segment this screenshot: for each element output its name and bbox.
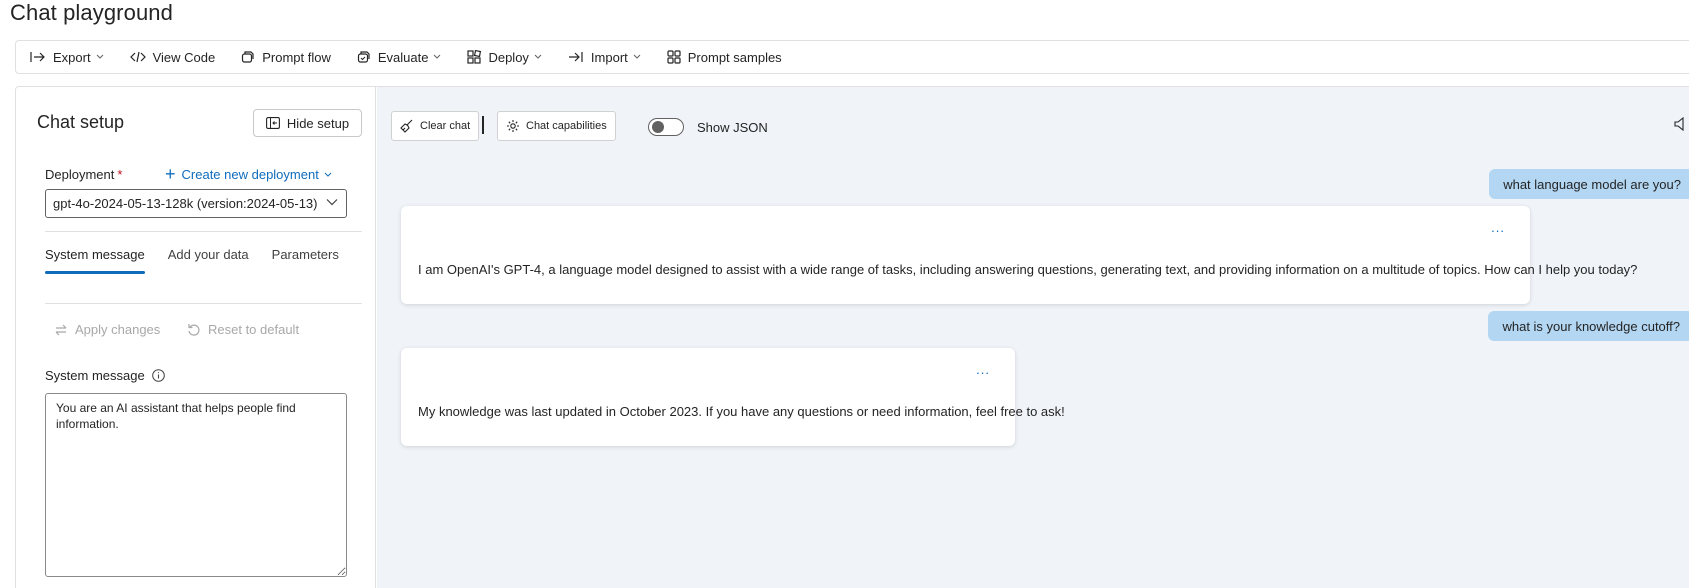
- prompt-flow-label: Prompt flow: [262, 49, 331, 65]
- toggle-knob: [652, 121, 664, 133]
- chevron-down-icon: [326, 199, 338, 206]
- system-message-label-text: System message: [45, 368, 145, 383]
- export-menu[interactable]: Export: [30, 50, 104, 65]
- assistant-message-text: My knowledge was last updated in October…: [418, 404, 1065, 419]
- code-icon: [129, 51, 146, 63]
- more-options-button[interactable]: ...: [976, 362, 990, 377]
- chat-setup-pane: Chat setup Hide setup Deployment * + Crea…: [16, 87, 376, 588]
- reset-icon: [188, 323, 200, 336]
- clear-chat-button[interactable]: Clear chat: [391, 111, 480, 141]
- chat-capabilities-label: Chat capabilities: [526, 120, 607, 132]
- view-code-label: View Code: [152, 49, 216, 65]
- deployment-value: gpt-4o-2024-05-13-128k (version:2024-05-…: [53, 196, 318, 211]
- user-message: what is your knowledge cutoff?: [1488, 311, 1689, 341]
- toolbar-separator: [482, 116, 484, 134]
- prompt-flow-button[interactable]: Prompt flow: [241, 50, 331, 65]
- top-toolbar: Export View Code Prompt flow Evaluate De…: [15, 40, 1689, 74]
- apply-changes-label: Apply changes: [75, 322, 161, 337]
- export-label: Export: [53, 49, 91, 65]
- required-mark: *: [117, 167, 123, 182]
- grid-icon: [667, 50, 681, 64]
- assistant-message: ... My knowledge was last updated in Oct…: [401, 348, 1065, 446]
- import-menu[interactable]: Import: [568, 50, 641, 65]
- create-deployment-link[interactable]: + Create new deployment: [165, 164, 332, 184]
- setup-title: Chat setup: [37, 112, 125, 132]
- chevron-down-icon: [324, 172, 332, 177]
- evaluate-menu[interactable]: Evaluate: [357, 50, 442, 65]
- chevron-down-icon: [534, 54, 542, 59]
- view-code-button[interactable]: View Code: [129, 49, 216, 65]
- export-icon: [30, 52, 45, 62]
- panel-icon: [265, 117, 280, 129]
- hide-setup-label: Hide setup: [286, 115, 350, 131]
- assistant-message: ... I am OpenAI's GPT-4, a language mode…: [401, 206, 1637, 304]
- tab-parameters[interactable]: Parameters: [272, 247, 339, 270]
- tab-system-message[interactable]: System message: [45, 247, 145, 274]
- prompt-flow-icon: [242, 51, 254, 63]
- broom-icon: [400, 119, 413, 133]
- evaluate-icon: [357, 51, 370, 63]
- create-deployment-label: Create new deployment: [181, 167, 319, 182]
- tab-add-your-data[interactable]: Add your data: [168, 247, 249, 270]
- swap-icon: [55, 324, 67, 335]
- hide-setup-button[interactable]: Hide setup: [253, 109, 362, 137]
- prompt-samples-button[interactable]: Prompt samples: [667, 50, 782, 65]
- system-message-label: System message: [45, 368, 165, 383]
- more-options-button[interactable]: ...: [1491, 220, 1505, 235]
- assistant-message-text: I am OpenAI's GPT-4, a language model de…: [418, 262, 1638, 277]
- speaker-icon[interactable]: [1674, 117, 1686, 131]
- deploy-label: Deploy: [488, 49, 529, 65]
- user-message: what language model are you?: [1489, 169, 1689, 199]
- gear-icon: [507, 120, 519, 132]
- import-icon: [568, 52, 583, 62]
- apply-changes-button[interactable]: Apply changes: [54, 322, 160, 337]
- playground-panel: Chat setup Hide setup Deployment * + Crea…: [15, 86, 1689, 588]
- show-json-toggle[interactable]: [648, 118, 684, 136]
- deployment-label: Deployment *: [45, 167, 122, 182]
- show-json-label: Show JSON: [697, 120, 768, 135]
- import-label: Import: [590, 49, 628, 65]
- info-icon[interactable]: [151, 369, 165, 382]
- divider: [45, 231, 362, 232]
- chevron-down-icon: [434, 54, 441, 59]
- clear-chat-label: Clear chat: [420, 120, 471, 132]
- deployment-select[interactable]: gpt-4o-2024-05-13-128k (version:2024-05-…: [45, 189, 347, 218]
- chevron-down-icon: [96, 54, 103, 59]
- chat-capabilities-button[interactable]: Chat capabilities: [497, 111, 616, 141]
- evaluate-label: Evaluate: [377, 49, 429, 65]
- divider: [45, 303, 362, 304]
- reset-default-button[interactable]: Reset to default: [187, 322, 299, 337]
- system-message-input[interactable]: You are an AI assistant that helps peopl…: [45, 393, 347, 577]
- chevron-down-icon: [633, 54, 641, 59]
- page-title: Chat playground: [10, 0, 173, 25]
- setup-tabs: System message Add your data Parameters: [45, 247, 362, 274]
- reset-default-label: Reset to default: [208, 322, 300, 337]
- plus-icon: +: [165, 164, 176, 184]
- deploy-icon: [467, 50, 482, 64]
- chat-area: Clear chat Chat capabilities Show JSON w…: [377, 87, 1689, 588]
- deployment-label-text: Deployment: [45, 167, 115, 182]
- prompt-samples-label: Prompt samples: [687, 49, 782, 65]
- deploy-menu[interactable]: Deploy: [467, 49, 542, 65]
